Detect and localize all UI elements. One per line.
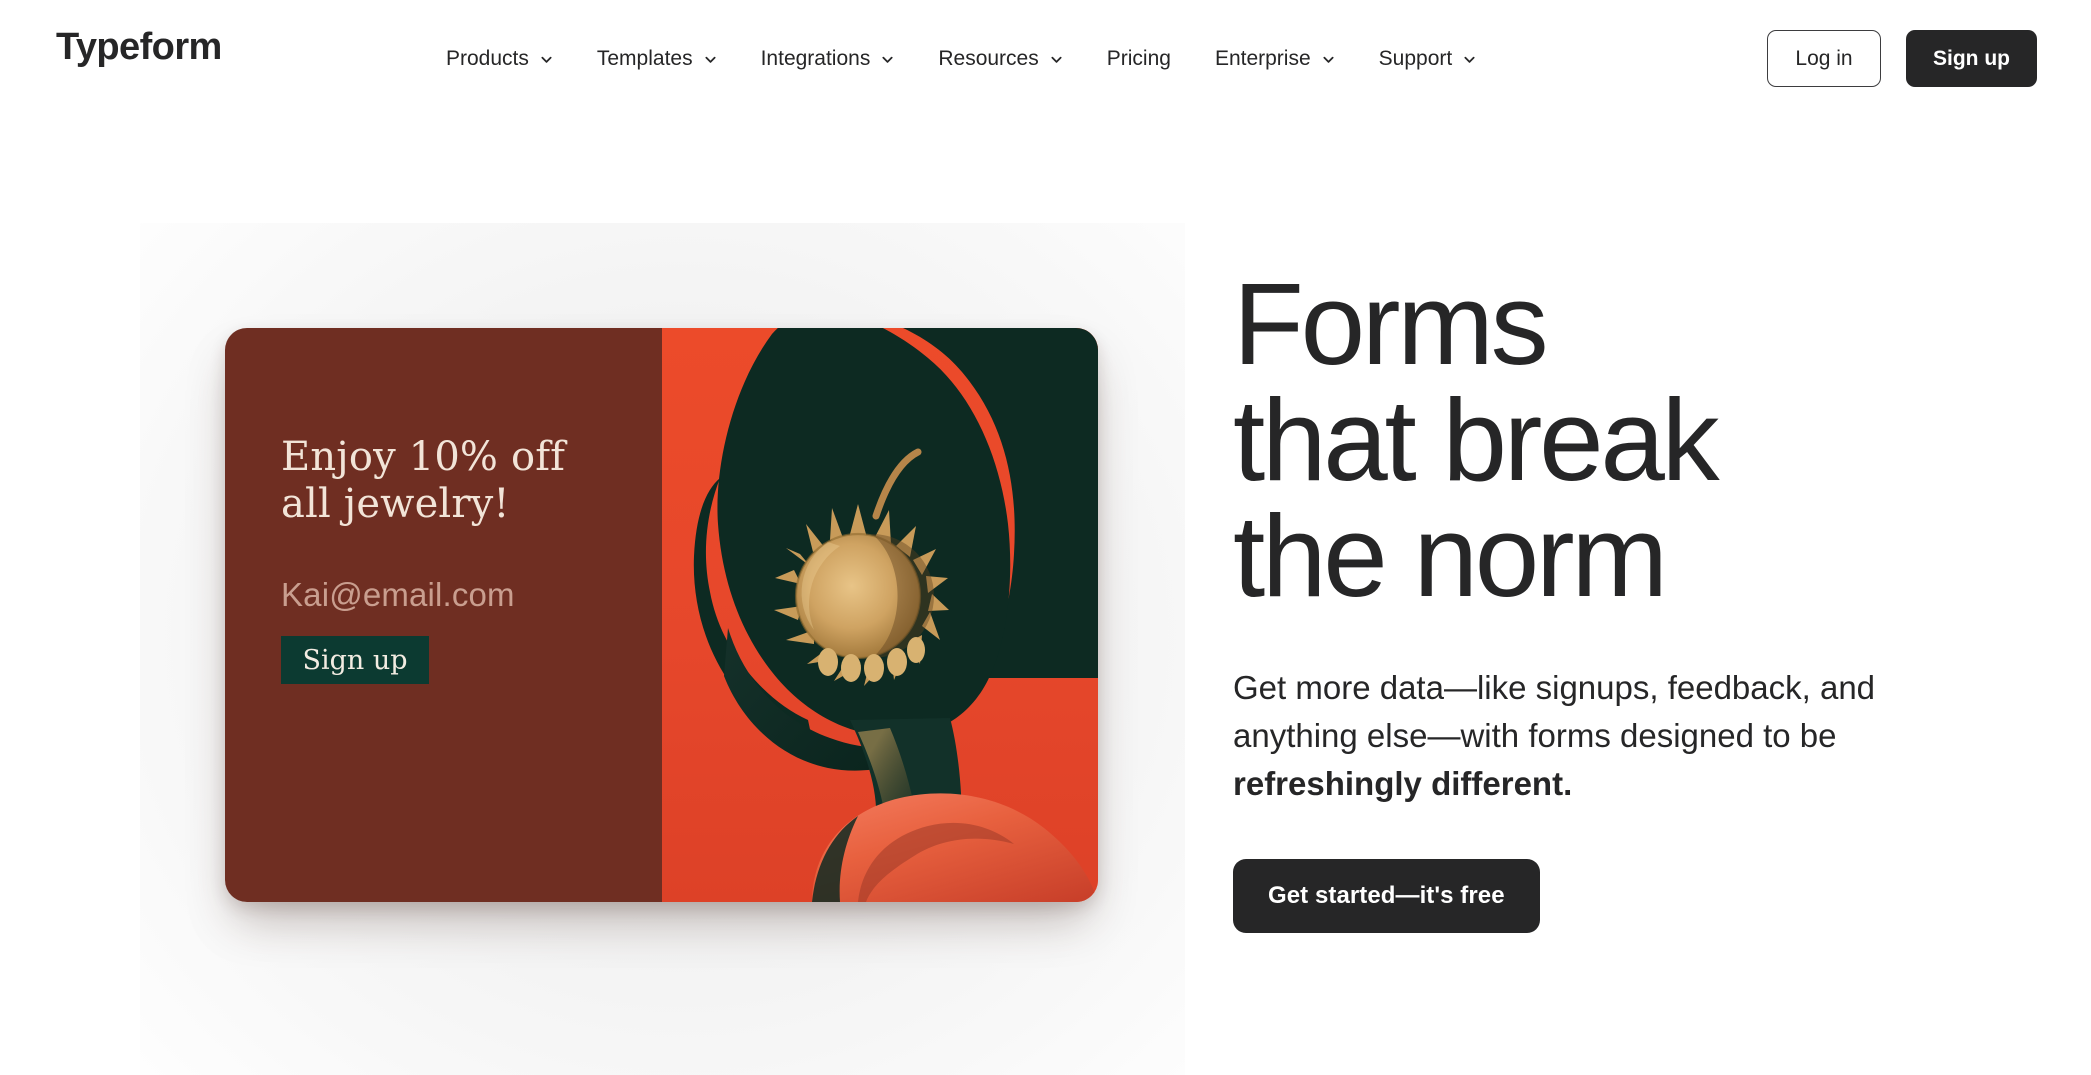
sign-up-button[interactable]: Sign up: [1906, 30, 2037, 87]
chevron-down-icon: [1463, 53, 1476, 66]
preview-card-sign-up-button[interactable]: Sign up: [281, 636, 429, 684]
main-navigation: Products Templates Integrations Resource…: [424, 40, 1498, 77]
nav-item-label: Support: [1378, 47, 1453, 70]
nav-item-templates[interactable]: Templates: [575, 40, 739, 77]
portrait-illustration: [662, 328, 1098, 902]
preview-card-headline: Enjoy 10% off all jewelry!: [281, 434, 566, 528]
nav-item-resources[interactable]: Resources: [916, 40, 1084, 77]
nav-item-label: Resources: [938, 47, 1039, 70]
log-in-button[interactable]: Log in: [1767, 30, 1881, 87]
chevron-down-icon: [881, 53, 894, 66]
nav-item-label: Integrations: [760, 47, 871, 70]
nav-item-products[interactable]: Products: [424, 40, 575, 77]
typeform-logo[interactable]: Typeform: [56, 28, 222, 66]
chevron-down-icon: [704, 53, 717, 66]
nav-item-enterprise[interactable]: Enterprise: [1193, 40, 1357, 77]
nav-item-label: Pricing: [1106, 47, 1171, 70]
hero-subheading-emphasis: refreshingly different.: [1233, 765, 1573, 803]
get-started-button[interactable]: Get started—it's free: [1233, 858, 1540, 933]
nav-item-pricing[interactable]: Pricing: [1085, 40, 1193, 77]
site-header: Typeform Products Templates Integrations: [0, 0, 2091, 118]
nav-item-label: Templates: [596, 47, 693, 70]
hero-section: Enjoy 10% off all jewelry! Kai@email.com…: [0, 118, 2091, 1075]
hero-subheading-normal: Get more data—like signups, feedback, an…: [1233, 669, 1876, 755]
hero-copy: Forms that break the norm Get more data—…: [1233, 118, 2023, 933]
nav-item-integrations[interactable]: Integrations: [739, 40, 917, 77]
chevron-down-icon: [1050, 53, 1063, 66]
nav-item-label: Products: [446, 47, 529, 70]
header-actions: Log in Sign up: [1767, 30, 2037, 87]
preview-card-photo: [662, 328, 1098, 902]
hero-subheading: Get more data—like signups, feedback, an…: [1233, 664, 1933, 809]
nav-item-support[interactable]: Support: [1357, 40, 1499, 77]
nav-item-label: Enterprise: [1214, 47, 1311, 70]
chevron-down-icon: [1322, 53, 1335, 66]
hero-headline: Forms that break the norm: [1233, 259, 1720, 621]
form-preview-card[interactable]: Enjoy 10% off all jewelry! Kai@email.com…: [225, 328, 1098, 902]
preview-card-content-panel: Enjoy 10% off all jewelry! Kai@email.com…: [225, 328, 662, 902]
chevron-down-icon: [540, 53, 553, 66]
preview-card-email-input[interactable]: Kai@email.com: [281, 576, 515, 614]
page-root: Typeform Products Templates Integrations: [0, 0, 2091, 1075]
